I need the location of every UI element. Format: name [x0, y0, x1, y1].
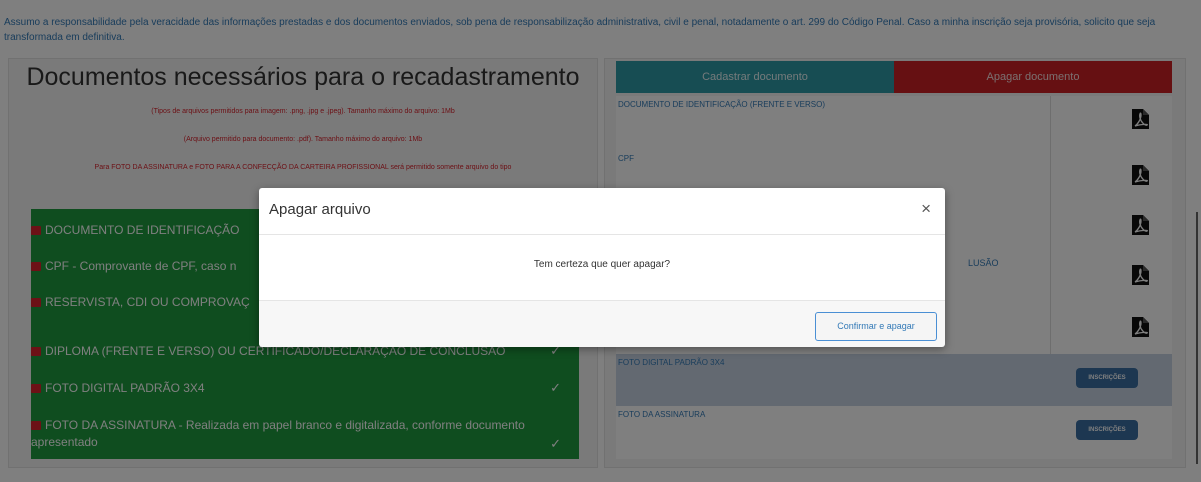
dialog-message: Tem certeza que quer apagar? — [533, 259, 671, 270]
delete-file-dialog: Apagar arquivo × Tem certeza que quer ap… — [259, 188, 945, 347]
confirm-delete-button[interactable]: Confirmar e apagar — [815, 312, 937, 341]
dialog-header: Apagar arquivo × — [259, 188, 945, 235]
dialog-title: Apagar arquivo — [269, 201, 371, 218]
close-icon[interactable]: × — [921, 199, 931, 219]
dialog-footer: Confirmar e apagar — [259, 300, 945, 347]
dialog-body: Tem certeza que quer apagar? — [259, 235, 945, 299]
